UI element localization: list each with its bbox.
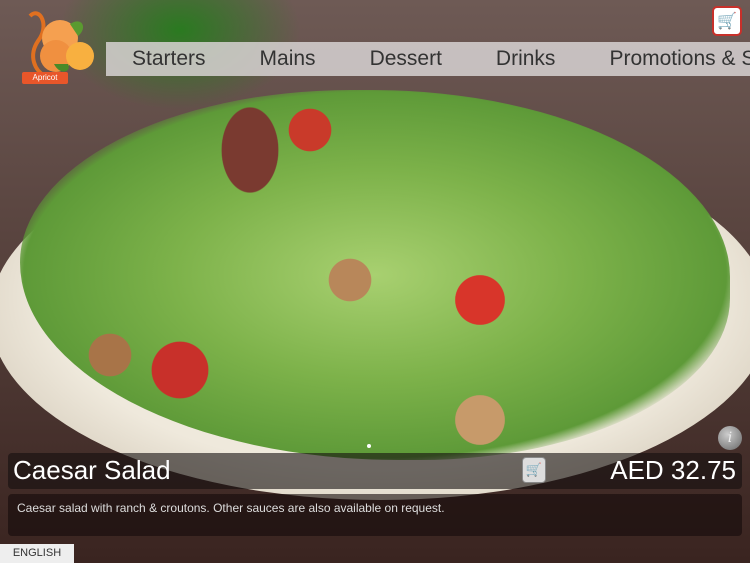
tab-starters[interactable]: Starters [132, 47, 206, 71]
page-indicator-dot [367, 444, 371, 448]
cart-icon: 🛒 [717, 13, 737, 30]
tab-mains[interactable]: Mains [260, 47, 316, 71]
tab-promotions[interactable]: Promotions & Specials [609, 47, 750, 71]
info-button[interactable]: i [718, 426, 742, 450]
cart-button[interactable]: 🛒 [712, 6, 742, 36]
tab-drinks[interactable]: Drinks [496, 47, 556, 71]
add-to-cart-button[interactable]: 🛒 [522, 457, 546, 483]
language-button[interactable]: ENGLISH [0, 544, 74, 563]
item-price: AED 32.75 [610, 455, 736, 485]
item-description: Caesar salad with ranch & croutons. Othe… [17, 501, 445, 515]
logo-label: Apricot [22, 72, 68, 84]
tab-dessert[interactable]: Dessert [370, 47, 442, 71]
item-name: Caesar Salad [13, 455, 171, 485]
cart-icon: 🛒 [525, 462, 543, 477]
category-nav: Starters Mains Dessert Drinks Promotions… [106, 42, 750, 76]
info-icon: i [727, 430, 733, 446]
